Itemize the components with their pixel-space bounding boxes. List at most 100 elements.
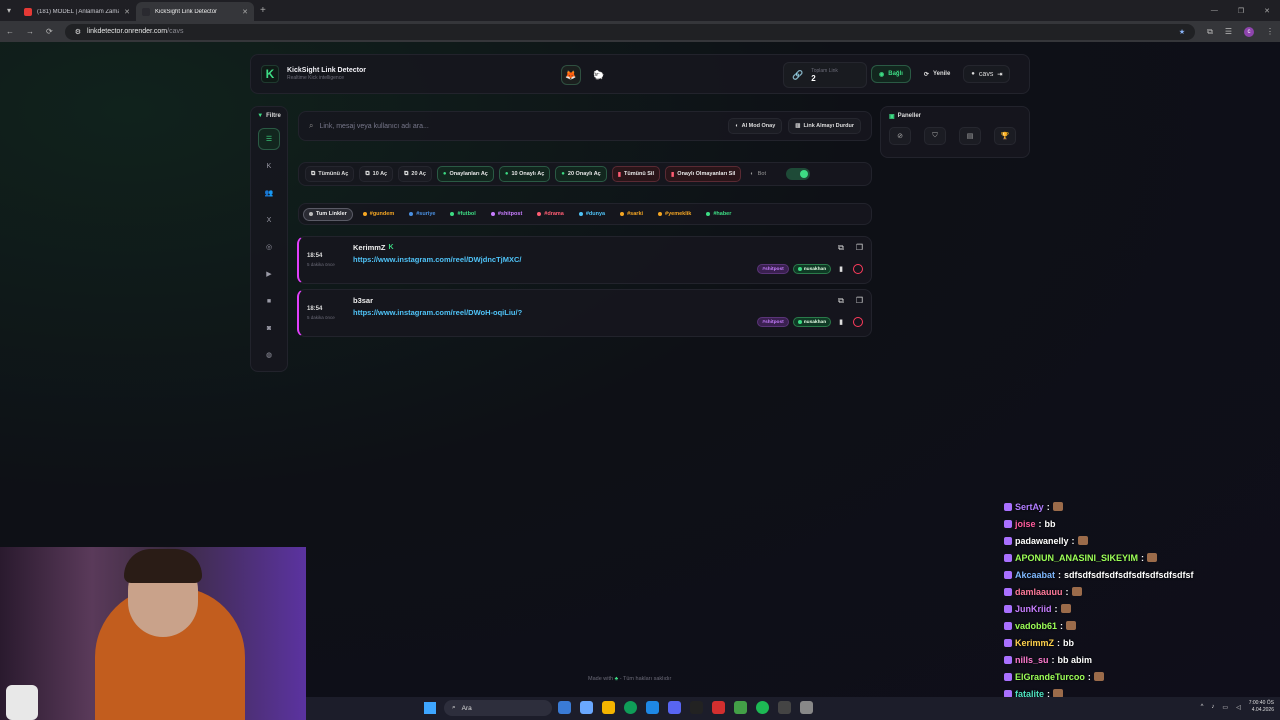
back-icon[interactable]: ← <box>6 27 14 36</box>
tag-filter[interactable]: #sarki <box>615 208 648 221</box>
close-window-icon[interactable]: ✕ <box>1264 7 1270 15</box>
leaf-icon: ♣ <box>614 676 619 682</box>
chrome-icon[interactable] <box>624 701 637 714</box>
tag-filter[interactable]: #yemeklik <box>653 208 696 221</box>
delete-unapproved-button[interactable]: ▮ Onaylı Olmayanları Sil <box>664 166 742 182</box>
emote-icon <box>1071 587 1082 596</box>
logout-icon[interactable]: ⇥ <box>997 71 1002 78</box>
stop-links-button[interactable]: ▥ Link Almayı Durdur <box>788 118 861 134</box>
discord-icon[interactable] <box>668 701 681 714</box>
ai-mode-button[interactable]: ◐ AI Mod Onay <box>728 118 783 134</box>
tab-search-icon[interactable]: ▾ <box>0 0 18 21</box>
app-icon[interactable] <box>712 701 725 714</box>
maximize-icon[interactable]: ❐ <box>1238 7 1244 15</box>
bookmark-star-icon[interactable]: ★ <box>1179 28 1185 36</box>
file-explorer-icon[interactable] <box>602 701 615 714</box>
wifi-icon: ◉ <box>879 71 885 78</box>
spotify-icon[interactable] <box>756 701 769 714</box>
filter-x-icon[interactable]: X <box>258 209 280 231</box>
link-age: 5 dakika önce <box>307 315 335 320</box>
browser-tab-youtube[interactable]: (181) MODEL | Anlamam Zaman ✕ <box>18 2 136 21</box>
link-username[interactable]: b3sar <box>353 296 376 305</box>
url-field[interactable]: ⚙ linkdetector.onrender.com/cavs ★ <box>64 23 1196 40</box>
ban-panel-icon[interactable]: ⊘ <box>889 127 911 145</box>
emote-icon <box>1147 553 1158 562</box>
filter-users-icon[interactable]: 👥 <box>258 182 280 204</box>
open-10-button[interactable]: ⧉ 10 Aç <box>359 166 394 182</box>
task-view-icon[interactable] <box>558 701 571 714</box>
microphone-icon[interactable]: ♪ <box>1211 704 1214 710</box>
tag-filter[interactable]: #shitpost <box>486 208 527 221</box>
link-url[interactable]: https://www.instagram.com/reel/DWoH-oqiL… <box>353 308 522 317</box>
browser-menu-icon[interactable]: ⋮ <box>1266 27 1274 36</box>
delete-all-button[interactable]: ▮ Tümünü Sil <box>611 166 660 182</box>
tag-filter[interactable]: #futbol <box>445 208 480 221</box>
copy-icon[interactable]: ❐ <box>856 296 863 306</box>
reload-icon[interactable]: ⟳ <box>46 27 53 36</box>
open-all-button[interactable]: ⧉ Tümünü Aç <box>305 166 355 182</box>
tag-filter[interactable]: #suriye <box>404 208 440 221</box>
app-icon[interactable] <box>800 701 813 714</box>
delete-icon[interactable]: ▮ <box>839 318 843 326</box>
tag-filter[interactable]: #haber <box>701 208 736 221</box>
tag-filter[interactable]: #drama <box>532 208 569 221</box>
open-approved-button[interactable]: ● Onaylanları Aç <box>436 166 494 182</box>
approver-chip: nusakhan <box>792 317 832 327</box>
link-url[interactable]: https://www.instagram.com/reel/DWjdncTjM… <box>353 255 522 264</box>
streamer-avatar-icon[interactable]: 🦊 <box>561 65 581 85</box>
steam-icon[interactable] <box>690 701 703 714</box>
filter-globe-icon[interactable]: ◍ <box>258 344 280 366</box>
theme-icon[interactable]: 🐑 <box>589 65 609 85</box>
filter-camera-icon[interactable]: ◙ <box>258 317 280 339</box>
shield-panel-icon[interactable]: ⛉ <box>924 127 946 145</box>
ban-icon[interactable] <box>853 264 863 274</box>
taskbar-search[interactable]: ⌕ Ara <box>444 700 552 716</box>
forward-icon[interactable]: → <box>26 27 34 36</box>
user-menu-button[interactable]: ● cavs ⇥ <box>963 65 1011 83</box>
bot-toggle[interactable] <box>785 168 810 180</box>
tag-filter[interactable]: #dunya <box>574 208 610 221</box>
edge-icon[interactable] <box>646 701 659 714</box>
clock[interactable]: 7:00:40 ÖS 4.04.2026 <box>1249 700 1274 714</box>
tag-filter[interactable]: #gundem <box>358 208 399 221</box>
trophy-panel-icon[interactable]: 🏆 <box>994 127 1016 145</box>
browser-tab-kicksight[interactable]: KickSight Link Detector ✕ <box>136 2 254 21</box>
connection-status-button[interactable]: ◉ Bağlı <box>871 65 911 83</box>
profile-avatar[interactable]: c <box>1244 26 1254 37</box>
filter-youtube-icon[interactable]: ▶ <box>258 263 280 285</box>
new-tab-icon[interactable]: + <box>260 5 266 16</box>
minimize-icon[interactable]: — <box>1211 7 1218 15</box>
archive-panel-icon[interactable]: ▤ <box>959 127 981 145</box>
site-info-icon[interactable]: ⚙ <box>75 28 81 36</box>
chat-message: JunKriid : <box>1004 600 1280 617</box>
copilot-icon[interactable] <box>580 701 593 714</box>
windows-start-icon[interactable] <box>424 702 436 714</box>
open-external-icon[interactable]: ⧉ <box>838 296 844 306</box>
open-20-approved-button[interactable]: ● 20 Onaylı Aç <box>555 166 607 182</box>
obs-icon[interactable] <box>778 701 791 714</box>
whatsapp-icon[interactable] <box>734 701 747 714</box>
connection-label: Bağlı <box>888 71 903 77</box>
filter-instagram-icon[interactable]: ◎ <box>258 236 280 258</box>
delete-icon[interactable]: ▮ <box>839 265 843 273</box>
filter-kick-icon[interactable]: K <box>258 155 280 177</box>
tray-chevron-icon[interactable]: ^ <box>1201 704 1204 710</box>
volume-icon[interactable]: ◁ <box>1236 704 1241 711</box>
search-input[interactable]: Link, mesaj veya kullanıcı adı ara... <box>319 123 722 130</box>
ban-icon[interactable] <box>853 317 863 327</box>
refresh-button[interactable]: ⟳ Yenile <box>917 65 957 83</box>
filter-video-icon[interactable]: ■ <box>258 290 280 312</box>
copy-icon[interactable]: ❐ <box>856 243 863 253</box>
open-10-approved-button[interactable]: ● 10 Onaylı Aç <box>498 166 551 182</box>
open-20-button[interactable]: ⧉ 20 Aç <box>398 166 432 182</box>
extensions-icon[interactable]: ⧉ <box>1207 27 1213 37</box>
media-icon[interactable]: ☰ <box>1225 27 1232 36</box>
tag-all-links[interactable]: Tum Linkler <box>303 207 353 221</box>
youtube-favicon-icon <box>24 7 32 16</box>
filter-all-links-icon[interactable]: ☰ <box>258 128 280 150</box>
network-icon[interactable]: ▭ <box>1222 704 1228 711</box>
open-external-icon[interactable]: ⧉ <box>838 243 844 253</box>
close-tab-icon[interactable]: ✕ <box>124 8 130 16</box>
close-tab-icon[interactable]: ✕ <box>242 8 248 16</box>
link-username[interactable]: KerimmZ K <box>353 243 394 252</box>
